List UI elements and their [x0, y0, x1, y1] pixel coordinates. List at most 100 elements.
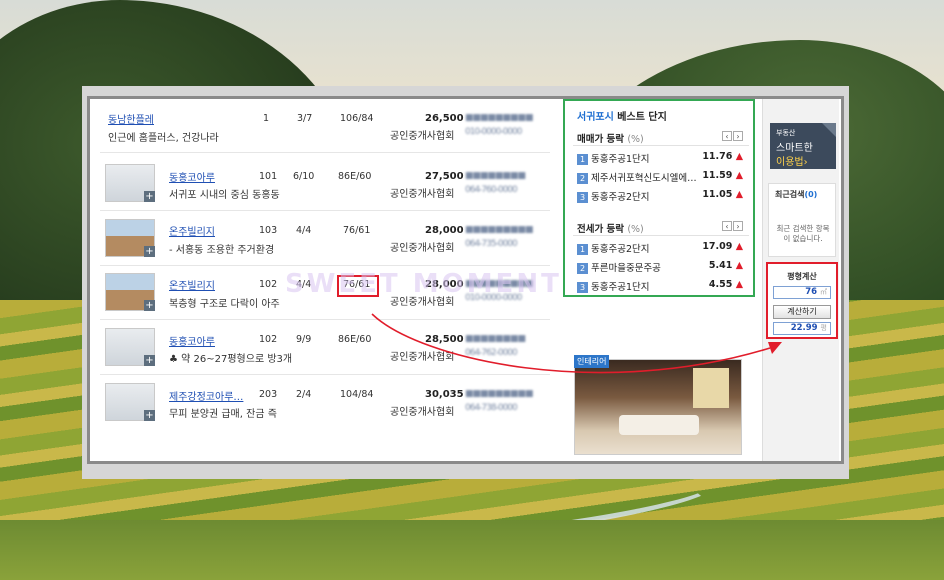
rate-value: 11.76 — [702, 151, 733, 162]
sale-label: 매매가 등락 — [577, 134, 625, 145]
listing-agent: 공인중개사협회 — [390, 131, 455, 142]
rank-name[interactable]: 제주서귀포혁신도시엘에… — [591, 173, 697, 184]
plus-icon[interactable]: + — [144, 300, 155, 311]
listing-agent: 공인중개사협회 — [390, 243, 455, 254]
recent-search-title[interactable]: 최근검색(0) — [775, 189, 817, 200]
plus-icon[interactable]: + — [144, 410, 155, 421]
rate-value: 4.55 — [708, 279, 733, 290]
smart-usage-banner[interactable]: 부동산 스마트한 이용법› — [770, 123, 836, 169]
agent-phone-blurred: 064-762-0000 — [465, 348, 518, 358]
listing-floor: 3/7 — [297, 113, 313, 124]
listing-name-link[interactable]: 제주강정코아루… — [169, 388, 243, 403]
ad-window — [693, 368, 729, 408]
recent-title-text: 최근검색 — [775, 190, 805, 199]
listing-desc: 복층형 구조로 다락이 아주 — [169, 299, 280, 310]
divider — [573, 145, 749, 146]
table-row[interactable]: + 제주강정코아루… 무피 분양권 급매, 잔금 즉 203 2/4 104/8… — [100, 376, 550, 430]
building-thumbnail[interactable]: + — [105, 219, 155, 257]
pyeong-output[interactable]: 22.99 평 — [773, 322, 831, 335]
prev-arrow-icon[interactable]: ‹ — [722, 131, 732, 141]
listing-desc: 서귀포 시내의 중심 동홍동 — [169, 190, 280, 201]
jeonse-nav: ‹ › — [721, 221, 743, 231]
plus-icon[interactable]: + — [144, 355, 155, 366]
next-arrow-icon[interactable]: › — [733, 131, 743, 141]
up-arrow-icon: ▲ — [735, 260, 743, 271]
rank-name[interactable]: 동홍주공1단지 — [591, 154, 649, 165]
building-thumbnail[interactable]: + — [105, 273, 155, 311]
rank-number: 1 — [577, 154, 588, 165]
listing-dong: 203 — [259, 389, 278, 400]
next-arrow-icon[interactable]: › — [733, 221, 743, 231]
recent-empty-message: 최근 검색한 항목이 없습니다. — [776, 224, 830, 243]
agent-name-blurred: ■■■■■■■■ — [465, 334, 526, 344]
best-complex-panel: 서귀포시 베스트 단지 매매가 등락 (%) ‹ › 1 동홍주공1단지 11.76… — [563, 99, 755, 297]
listing-name-link[interactable]: 온주빌리지 — [169, 223, 215, 238]
interior-ad-label[interactable]: 인테리어 — [574, 355, 610, 368]
rank-name[interactable]: 동홍주공2단지 — [591, 244, 649, 255]
floorplan-thumbnail[interactable]: + — [105, 383, 155, 421]
rank-number: 1 — [577, 244, 588, 255]
listing-name-link[interactable]: 동홍코아루 — [169, 333, 215, 348]
listing-desc: 무피 분양권 급매, 잔금 즉 — [169, 409, 277, 420]
listing-floor: 9/9 — [296, 334, 312, 345]
rate-value: 17.09 — [702, 241, 733, 252]
best-panel-title: 서귀포시 베스트 단지 — [577, 108, 667, 123]
jeonse-rank-item[interactable]: 1 동홍주공2단지 — [577, 241, 649, 255]
jeonse-rank-item[interactable]: 3 동홍주공1단지 — [577, 279, 649, 293]
sale-rank-item[interactable]: 2 제주서귀포혁신도시엘에… — [577, 170, 697, 184]
listing-name-link[interactable]: 동홍코아루 — [169, 169, 215, 184]
screenshot-frame: 동남한플레 인근에 홈플러스, 건강나라 1 3/7 106/84 26,500… — [82, 86, 849, 479]
interior-ad-image[interactable] — [574, 359, 742, 455]
listing-area: 86E/60 — [338, 171, 372, 182]
listing-dong: 102 — [259, 279, 278, 290]
jeonse-rank-item[interactable]: 2 푸른마을중문주공 — [577, 260, 661, 274]
listing-dong: 102 — [259, 334, 278, 345]
plus-icon[interactable]: + — [144, 191, 155, 202]
listing-name-link[interactable]: 온주빌리지 — [169, 277, 215, 292]
pyeong-calculator: 평형계산 76 ㎡ 계산하기 22.99 평 — [766, 262, 838, 339]
divider — [573, 235, 749, 236]
sale-rank-item[interactable]: 1 동홍주공1단지 — [577, 151, 649, 165]
table-row[interactable]: 동남한플레 인근에 홈플러스, 건강나라 1 3/7 106/84 26,500… — [100, 99, 550, 153]
listing-desc: ♣ 약 26~27평형으로 방3개 — [169, 354, 293, 365]
table-row[interactable]: + 온주빌리지 - 서홍동 조용한 주거환경 103 4/4 76/61 28,… — [100, 212, 550, 266]
foreground-fields — [0, 520, 944, 580]
calculator-title: 평형계산 — [787, 272, 817, 281]
pagination[interactable] — [252, 456, 284, 461]
rank-name[interactable]: 동홍주공1단지 — [591, 282, 649, 293]
banner-line1: 부동산 — [776, 129, 796, 137]
plus-icon[interactable]: + — [144, 246, 155, 257]
listing-name-link[interactable]: 동남한플레 — [108, 111, 154, 126]
sale-rate: 11.59 ▲ — [702, 170, 743, 181]
listing-desc: - 서홍동 조용한 주거환경 — [169, 245, 275, 256]
sqm-unit: ㎡ — [820, 288, 827, 296]
calculate-button[interactable]: 계산하기 — [773, 305, 831, 319]
floorplan-thumbnail[interactable]: + — [105, 164, 155, 202]
listing-price: 28,500 — [425, 334, 464, 345]
listing-area: 104/84 — [340, 389, 374, 400]
listing-area: 106/84 — [340, 113, 374, 124]
listing-dong: 103 — [259, 225, 278, 236]
best-location-link[interactable]: 서귀포시 — [577, 112, 614, 123]
banner-line2: 스마트한 — [776, 143, 813, 154]
rank-name[interactable]: 푸른마을중문주공 — [591, 263, 661, 274]
jeonse-section-head: 전세가 등락 (%) — [577, 221, 644, 235]
agent-phone-blurred: 064-735-0000 — [465, 239, 518, 249]
rank-name[interactable]: 동홍주공2단지 — [591, 192, 649, 203]
agent-phone-blurred: 010-0000-0000 — [465, 127, 522, 137]
rate-value: 11.59 — [702, 170, 733, 181]
agent-name-blurred: ■■■■■■■■■ — [465, 113, 534, 123]
sqm-input[interactable]: 76 ㎡ — [773, 286, 831, 299]
table-row[interactable]: + 동홍코아루 서귀포 시내의 중심 동홍동 101 6/10 86E/60 2… — [100, 157, 550, 211]
floorplan-thumbnail[interactable]: + — [105, 328, 155, 366]
rank-number: 3 — [577, 282, 588, 293]
listing-price: 26,500 — [425, 113, 464, 124]
sale-unit: (%) — [627, 134, 644, 145]
pyeong-unit: 평 — [820, 324, 827, 332]
listing-dong: 101 — [259, 171, 278, 182]
recent-count: (0) — [804, 190, 818, 199]
prev-arrow-icon[interactable]: ‹ — [722, 221, 732, 231]
table-row[interactable]: + 동홍코아루 ♣ 약 26~27평형으로 방3개 102 9/9 86E/60… — [100, 321, 550, 375]
watermark: SWEET MOMENT — [285, 269, 562, 299]
sale-rank-item[interactable]: 3 동홍주공2단지 — [577, 189, 649, 203]
